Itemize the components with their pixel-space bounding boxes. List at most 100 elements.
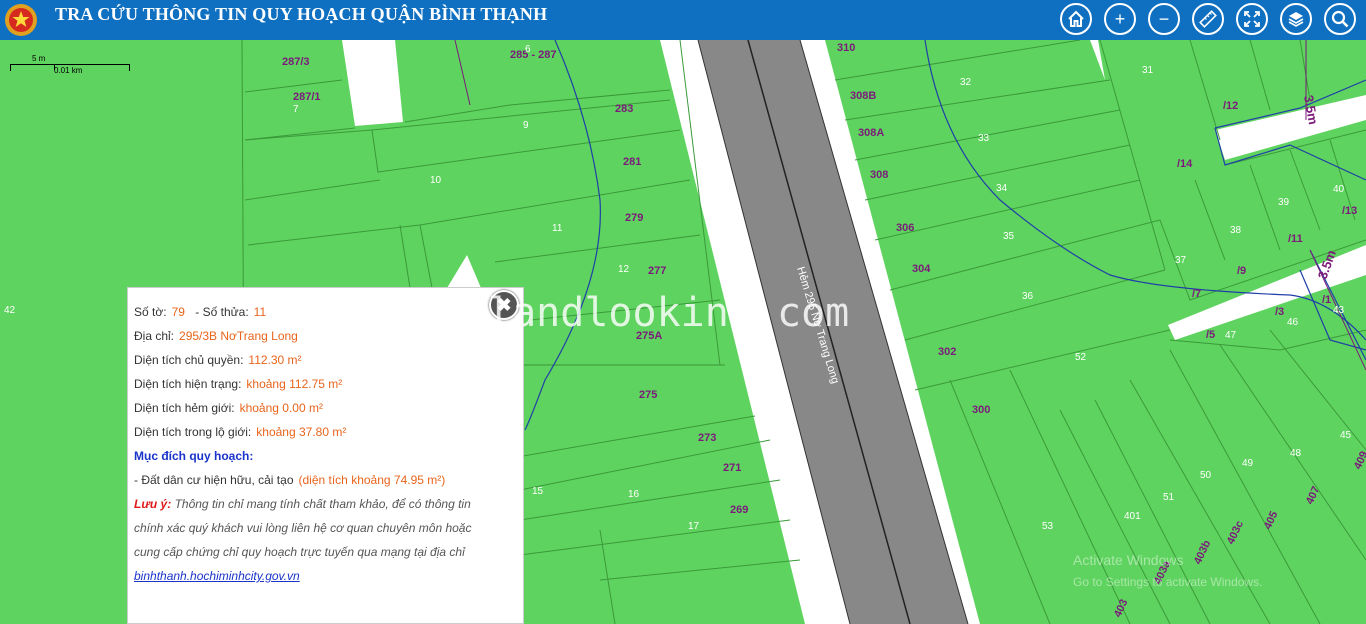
so-to-label: Số tờ: — [134, 305, 167, 319]
dia-chi-label: Địa chỉ: — [134, 329, 175, 343]
parcel-label: 308A — [858, 127, 884, 139]
parcel-number: 38 — [1230, 225, 1242, 236]
parcel-number: 35 — [1003, 231, 1015, 242]
note-text: chính xác quý khách vui lòng liên hệ cơ … — [134, 521, 472, 535]
activate-windows-title: Activate Windows — [1073, 552, 1184, 568]
parcel-label: 271 — [723, 462, 741, 474]
dt-hem-gioi-value: khoảng 0.00 m² — [239, 401, 323, 415]
parcel-number: 17 — [688, 521, 700, 532]
note-text: cung cấp chứng chỉ quy hoạch trực tuyến … — [134, 545, 465, 559]
parcel-number: 9 — [523, 120, 529, 131]
so-thua-value: 11 — [253, 305, 267, 319]
dt-lo-gioi-label: Diện tích trong lộ giới: — [134, 425, 252, 439]
home-button[interactable] — [1060, 3, 1092, 35]
parcel-number: 10 — [430, 175, 442, 186]
parcel-label: 308B — [850, 90, 876, 102]
parcel-label: 279 — [625, 212, 643, 224]
parcel-number: 49 — [1242, 458, 1254, 469]
muc-dich-heading: Mục đích quy hoạch: — [134, 449, 254, 463]
parcel-label: 308 — [870, 169, 888, 181]
parcel-label: 304 — [912, 263, 931, 275]
parcel-number: 48 — [1290, 448, 1302, 459]
land-use-label: - Đất dân cư hiện hữu, cải tạo — [134, 473, 294, 487]
parcel-label: 287/3 — [282, 56, 310, 68]
parcel-number: 36 — [1022, 291, 1034, 302]
parcel-label: /1 — [1322, 294, 1331, 306]
dt-hien-trang-value: khoảng 112.75 m² — [246, 377, 343, 391]
parcel-number: 45 — [1340, 430, 1352, 441]
app-title: TRA CỨU THÔNG TIN QUY HOẠCH QUẬN BÌNH TH… — [55, 4, 548, 24]
parcel-number: 53 — [1042, 521, 1054, 532]
dia-chi-value: 295/3B NơTrang Long — [179, 329, 298, 343]
parcel-label: 273 — [698, 432, 716, 444]
parcel-label: /14 — [1177, 158, 1193, 170]
so-thua-label: - Số thửa: — [195, 305, 249, 319]
parcel-label: 306 — [896, 222, 914, 234]
land-use-value: (diện tích khoảng 74.95 m²) — [298, 473, 446, 487]
parcel-label: /7 — [1192, 288, 1201, 300]
ruler-icon — [1199, 10, 1217, 28]
parcel-label: /11 — [1288, 233, 1303, 245]
zoom-out-icon: − — [1158, 8, 1170, 29]
parcel-number: 6 — [525, 44, 531, 55]
parcel-label: 277 — [648, 265, 666, 277]
search-icon — [1331, 10, 1349, 28]
parcel-number: 39 — [1278, 197, 1290, 208]
parcel-label: 310 — [837, 42, 855, 54]
layers-icon — [1288, 12, 1304, 27]
fullscreen-icon — [1244, 11, 1260, 27]
parcel-number: 7 — [293, 104, 299, 115]
parcel-number: 40 — [1333, 184, 1345, 195]
parcel-label: /12 — [1223, 100, 1238, 112]
activate-windows-subtitle: Go to Settings to activate Windows. — [1073, 575, 1263, 589]
dt-chu-quyen-value: 112.30 m² — [248, 353, 302, 367]
parcel-number: 34 — [996, 183, 1008, 194]
scale-bar: 5 m 0.01 km — [10, 54, 130, 78]
scale-large-label: 0.01 km — [54, 66, 83, 75]
note-label: Lưu ý: — [134, 497, 172, 511]
dt-hem-gioi-label: Diện tích hẻm giới: — [134, 401, 235, 415]
parcel-number: 51 — [1163, 492, 1175, 503]
note-text: Thông tin chỉ mang tính chất tham khảo, … — [174, 497, 471, 511]
parcel-number: 32 — [960, 77, 972, 88]
zoom-in-icon: + — [1114, 8, 1126, 29]
scale-small-label: 5 m — [32, 54, 46, 63]
parcel-number: 15 — [532, 486, 544, 497]
popup-pointer — [447, 255, 481, 288]
parcel-label: 281 — [623, 156, 641, 168]
app-header: TRA CỨU THÔNG TIN QUY HOẠCH QUẬN BÌNH TH… — [0, 0, 1366, 40]
so-to-value: 79 — [171, 305, 185, 319]
zoom-in-button[interactable]: + — [1104, 3, 1136, 35]
parcel-label: /13 — [1342, 205, 1357, 217]
watermark: landlooking.com — [488, 290, 850, 336]
fullscreen-button[interactable] — [1236, 3, 1268, 35]
zoom-out-button[interactable]: − — [1148, 3, 1180, 35]
parcel-number: 42 — [4, 305, 16, 316]
parcel-label: 302 — [938, 346, 956, 358]
parcel-number: 16 — [628, 489, 640, 500]
layers-button[interactable] — [1280, 3, 1312, 35]
parcel-number: 12 — [618, 264, 630, 275]
parcel-label: 285 - 287 — [510, 49, 556, 61]
parcel-label: 275 — [639, 389, 657, 401]
parcel-number: 37 — [1175, 255, 1187, 266]
dt-hien-trang-label: Diện tích hiện trạng: — [134, 377, 242, 391]
parcel-number: 11 — [552, 223, 563, 234]
parcel-label: 283 — [615, 103, 633, 115]
search-button[interactable] — [1324, 3, 1356, 35]
parcel-label: 287/1 — [293, 91, 321, 103]
parcel-label: 269 — [730, 504, 748, 516]
measure-button[interactable] — [1192, 3, 1224, 35]
parcel-number: 46 — [1287, 317, 1299, 328]
dt-lo-gioi-value: khoảng 37.80 m² — [256, 425, 347, 439]
parcel-number: 43 — [1333, 305, 1345, 316]
parcel-number: 50 — [1200, 470, 1212, 481]
parcel-number: 52 — [1075, 352, 1087, 363]
parcel-label: /5 — [1206, 329, 1215, 341]
dt-chu-quyen-label: Diện tích chủ quyền: — [134, 353, 244, 367]
website-link[interactable]: binhthanh.hochiminhcity.gov.vn — [134, 569, 300, 583]
national-emblem-icon — [5, 4, 37, 36]
parcel-info-popup: Số tờ: 79 - Số thửa: 11 Địa chỉ: 295/3B NơT… — [127, 287, 524, 624]
parcel-number: 33 — [978, 133, 990, 144]
parcel-number: 401 — [1124, 511, 1141, 522]
